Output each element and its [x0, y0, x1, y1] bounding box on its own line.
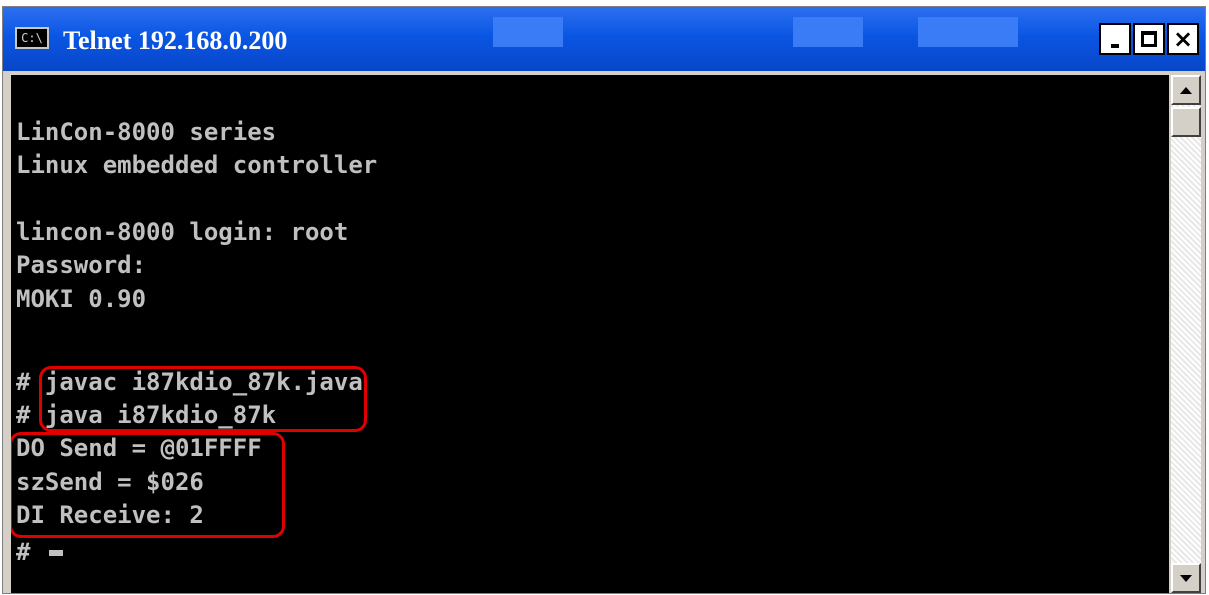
title-bar-shade [918, 17, 1018, 47]
terminal-line: LinCon-8000 series [16, 118, 277, 146]
highlight-output [11, 432, 285, 538]
terminal-line: lincon-8000 login: root [16, 218, 349, 246]
cursor [48, 550, 63, 556]
terminal-line: Linux embedded controller [16, 151, 378, 179]
terminal-output[interactable]: LinCon-8000 series Linux embedded contro… [11, 75, 1169, 593]
maximize-icon [1141, 31, 1157, 47]
scroll-up-button[interactable] [1171, 75, 1201, 105]
console-icon[interactable]: C:\ [15, 27, 49, 49]
close-icon: × [1172, 25, 1194, 53]
arrow-up-icon [1180, 86, 1192, 94]
terminal-prompt: # [16, 538, 45, 566]
window-controls: × [1099, 23, 1199, 55]
terminal-prompt-line: # [16, 537, 63, 567]
telnet-window: C:\ Telnet 192.168.0.200 × LinCon-8000 s… [2, 6, 1206, 594]
title-bar[interactable]: C:\ Telnet 192.168.0.200 × [3, 7, 1205, 71]
minimize-button[interactable] [1099, 23, 1131, 55]
highlight-commands [39, 366, 367, 432]
close-button[interactable]: × [1167, 23, 1199, 55]
title-bar-shade [793, 17, 863, 47]
title-bar-shade [493, 17, 563, 47]
arrow-down-icon [1180, 574, 1192, 582]
terminal-line: Password: [16, 251, 147, 279]
scroll-thumb[interactable] [1171, 107, 1201, 137]
terminal-line: MOKI 0.90 [16, 285, 147, 313]
window-title: Telnet 192.168.0.200 [63, 26, 288, 55]
vertical-scrollbar[interactable] [1171, 75, 1201, 593]
scroll-down-button[interactable] [1171, 563, 1201, 593]
minimize-icon [1111, 44, 1119, 48]
maximize-button[interactable] [1133, 23, 1165, 55]
